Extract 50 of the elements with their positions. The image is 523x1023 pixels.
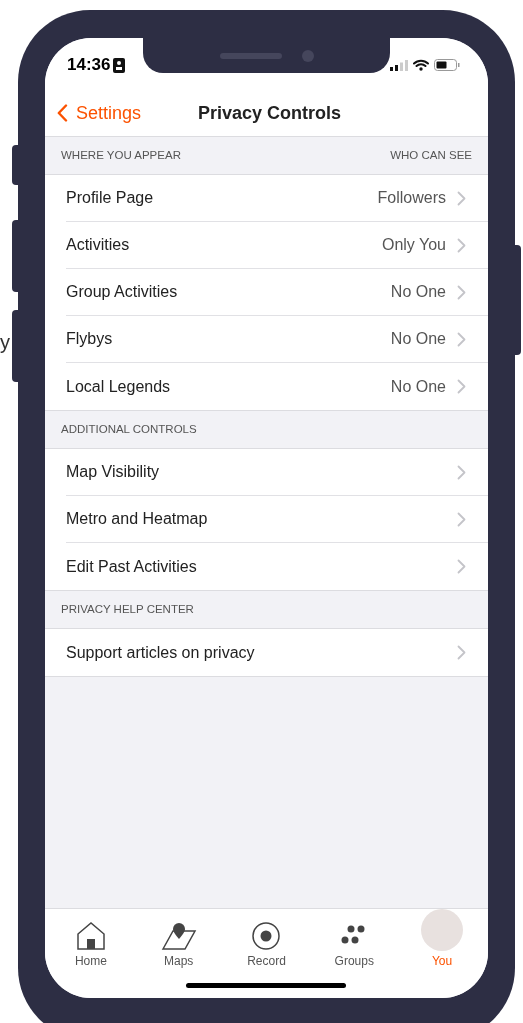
- battery-icon: [434, 59, 460, 71]
- tab-item[interactable]: Record: [226, 909, 307, 971]
- row-label: Edit Past Activities: [66, 556, 197, 577]
- chevron-right-icon: [457, 331, 466, 347]
- section-header: PRIVACY HELP CENTER: [61, 601, 194, 617]
- chevron-right-icon: [457, 511, 466, 527]
- row-label: Flybys: [66, 329, 113, 349]
- row-value: No One: [390, 282, 446, 302]
- row-label: Group Activities: [66, 282, 178, 302]
- section-header: WHERE YOU APPEAR: [61, 147, 181, 163]
- row-value: Followers: [377, 188, 446, 208]
- row-value: Only You: [381, 235, 446, 255]
- wifi-icon: [413, 59, 429, 71]
- cut-off-text: y: [0, 332, 10, 352]
- section-header: ADDITIONAL CONTROLS: [61, 421, 197, 437]
- settings-row[interactable]: Map Visibility: [66, 449, 488, 496]
- badge-icon: [113, 57, 126, 73]
- row-label: Map Visibility: [66, 462, 160, 482]
- tab-item[interactable]: Home: [50, 909, 131, 971]
- settings-row[interactable]: Profile Page Followers: [66, 175, 488, 222]
- map-pin-icon: [160, 921, 197, 951]
- chevron-right-icon: [457, 559, 466, 574]
- row-label: Support articles on privacy: [66, 642, 255, 663]
- chevron-right-icon: [457, 464, 466, 480]
- row-label: Profile Page: [66, 188, 154, 208]
- tab-item[interactable]: Groups: [314, 909, 395, 971]
- settings-row[interactable]: Activities Only You: [66, 222, 488, 269]
- chevron-right-icon: [457, 190, 466, 206]
- row-value: No One: [390, 329, 446, 349]
- chevron-left-icon: [57, 104, 68, 122]
- chevron-right-icon: [457, 284, 466, 300]
- page-title: Privacy Controls: [198, 101, 342, 125]
- chevron-right-icon: [457, 379, 466, 394]
- settings-row[interactable]: Edit Past Activities: [66, 543, 488, 590]
- record-icon: [251, 921, 282, 951]
- row-value: No One: [390, 376, 446, 397]
- row-label: Activities: [66, 235, 130, 255]
- house-icon: [75, 921, 106, 951]
- settings-row[interactable]: Metro and Heatmap: [66, 496, 488, 543]
- settings-row[interactable]: Group Activities No One: [66, 269, 488, 316]
- row-label: Local Legends: [66, 376, 171, 397]
- row-label: Metro and Heatmap: [66, 509, 208, 529]
- settings-row[interactable]: Local Legends No One: [66, 363, 488, 410]
- column-header: WHO CAN SEE: [390, 147, 472, 163]
- status-time: 14:36: [67, 54, 111, 77]
- chevron-right-icon: [457, 237, 466, 253]
- tab-item[interactable]: Maps: [138, 909, 219, 971]
- chevron-right-icon: [457, 645, 466, 660]
- signal-icon: [390, 59, 408, 71]
- settings-row[interactable]: Flybys No One: [66, 316, 488, 363]
